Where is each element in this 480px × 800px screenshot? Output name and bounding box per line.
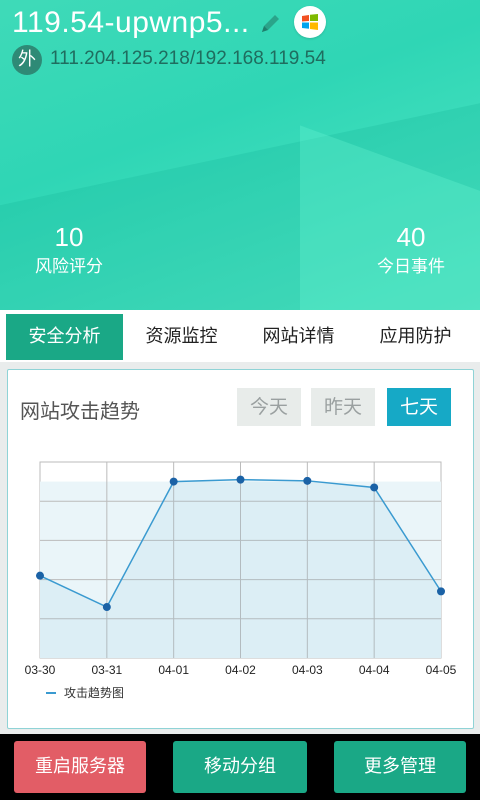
data-point[interactable] bbox=[303, 476, 312, 485]
bottom-action-bar: 重启服务器 移动分组 更多管理 bbox=[0, 734, 480, 800]
x-tick-label: 03-30 bbox=[25, 663, 56, 677]
x-tick-label: 04-03 bbox=[292, 663, 323, 677]
risk-score-value: 10 bbox=[54, 222, 84, 252]
x-tick-label: 04-02 bbox=[225, 663, 256, 677]
tab-resource-monitor[interactable]: 资源监控 bbox=[123, 314, 240, 360]
x-tick-label: 04-05 bbox=[426, 663, 457, 677]
attack-trend-chart: 03-30 03-31 04-01 04-02 04-03 04-04 04-05 攻击趋势图 bbox=[25, 461, 457, 700]
today-events-label: 今日事件 bbox=[377, 257, 445, 277]
data-point[interactable] bbox=[102, 603, 111, 612]
tab-site-details[interactable]: 网站详情 bbox=[240, 314, 357, 360]
risk-score-stat[interactable]: 10 风险评分 bbox=[14, 222, 124, 282]
x-tick-label: 04-04 bbox=[359, 663, 390, 677]
card-title: 网站攻击趋势 bbox=[20, 399, 140, 423]
x-tick-label: 04-01 bbox=[158, 663, 189, 677]
restart-server-button[interactable]: 重启服务器 bbox=[14, 741, 146, 793]
data-point[interactable] bbox=[370, 483, 379, 492]
data-point[interactable] bbox=[169, 477, 178, 486]
host-title[interactable]: 119.54-upwnp5... bbox=[12, 6, 250, 40]
data-point[interactable] bbox=[236, 475, 245, 484]
more-management-button[interactable]: 更多管理 bbox=[334, 741, 466, 793]
move-group-button[interactable]: 移动分组 bbox=[173, 741, 307, 793]
range-yesterday-button[interactable]: 昨天 bbox=[311, 388, 375, 426]
ip-address: 111.204.125.218/192.168.119.54 bbox=[50, 48, 326, 69]
data-point[interactable] bbox=[437, 587, 445, 596]
legend-label: 攻击趋势图 bbox=[64, 686, 124, 700]
server-header: 119.54-upwnp5... 外 111.204.125.218/192.1… bbox=[0, 0, 480, 310]
data-point[interactable] bbox=[36, 571, 44, 580]
today-events-value: 40 bbox=[396, 222, 426, 252]
external-ip-badge: 外 bbox=[12, 45, 42, 75]
pencil-icon[interactable] bbox=[258, 10, 282, 36]
today-events-stat[interactable]: 40 今日事件 bbox=[356, 222, 466, 282]
tab-bar: 安全分析 资源监控 网站详情 应用防护 bbox=[0, 310, 480, 362]
tab-security-analysis[interactable]: 安全分析 bbox=[6, 314, 123, 360]
tab-app-protection[interactable]: 应用防护 bbox=[357, 314, 474, 360]
windows-logo-icon bbox=[294, 6, 326, 38]
attack-trend-card: 网站攻击趋势 今天 昨天 七天 03-30 03-31 04-01 04-02 04-0… bbox=[7, 369, 474, 729]
range-seven-days-button[interactable]: 七天 bbox=[387, 388, 451, 426]
range-today-button[interactable]: 今天 bbox=[237, 388, 301, 426]
risk-score-label: 风险评分 bbox=[35, 257, 103, 277]
x-tick-label: 03-31 bbox=[91, 663, 122, 677]
